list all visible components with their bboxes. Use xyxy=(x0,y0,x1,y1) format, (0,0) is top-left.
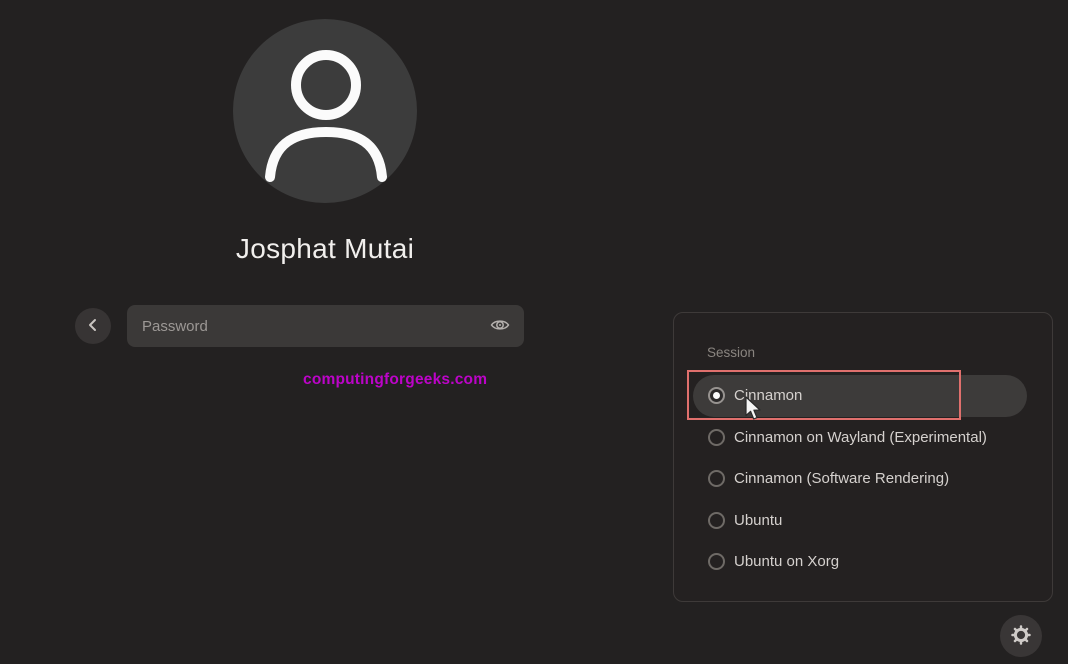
session-option-label: Ubuntu xyxy=(734,512,782,529)
radio-icon[interactable] xyxy=(708,429,725,446)
radio-icon[interactable] xyxy=(708,470,725,487)
chevron-left-icon xyxy=(84,316,102,337)
session-option-1[interactable]: Cinnamon on Wayland (Experimental) xyxy=(693,417,1027,459)
session-option-2[interactable]: Cinnamon (Software Rendering) xyxy=(693,458,1027,500)
session-option-4[interactable]: Ubuntu on Xorg xyxy=(693,541,1027,583)
session-option-3[interactable]: Ubuntu xyxy=(693,500,1027,542)
user-name: Josphat Mutai xyxy=(125,233,525,265)
session-option-0[interactable]: Cinnamon xyxy=(693,375,1027,417)
radio-icon[interactable] xyxy=(708,553,725,570)
radio-icon[interactable] xyxy=(708,512,725,529)
session-option-label: Cinnamon (Software Rendering) xyxy=(734,470,949,487)
radio-icon[interactable] xyxy=(708,387,725,404)
password-field xyxy=(127,305,524,347)
session-option-label: Ubuntu on Xorg xyxy=(734,553,839,570)
session-panel-title: Session xyxy=(707,345,755,360)
eye-icon xyxy=(490,317,510,336)
back-button[interactable] xyxy=(75,308,111,344)
watermark: computingforgeeks.com xyxy=(303,371,487,389)
login-screen: Josphat Mutai computingforgeeks.com Sess… xyxy=(0,0,1068,664)
gear-icon xyxy=(1009,623,1033,650)
password-input[interactable] xyxy=(127,318,484,335)
session-option-label: Cinnamon on Wayland (Experimental) xyxy=(734,429,987,446)
session-option-label: Cinnamon xyxy=(734,387,802,404)
reveal-password-button[interactable] xyxy=(484,317,524,336)
session-panel: Session Cinnamon Cinnamon on Wayland (Ex… xyxy=(673,312,1053,602)
settings-button[interactable] xyxy=(1000,615,1042,657)
avatar xyxy=(233,19,417,203)
session-options: Cinnamon Cinnamon on Wayland (Experiment… xyxy=(693,375,1027,583)
